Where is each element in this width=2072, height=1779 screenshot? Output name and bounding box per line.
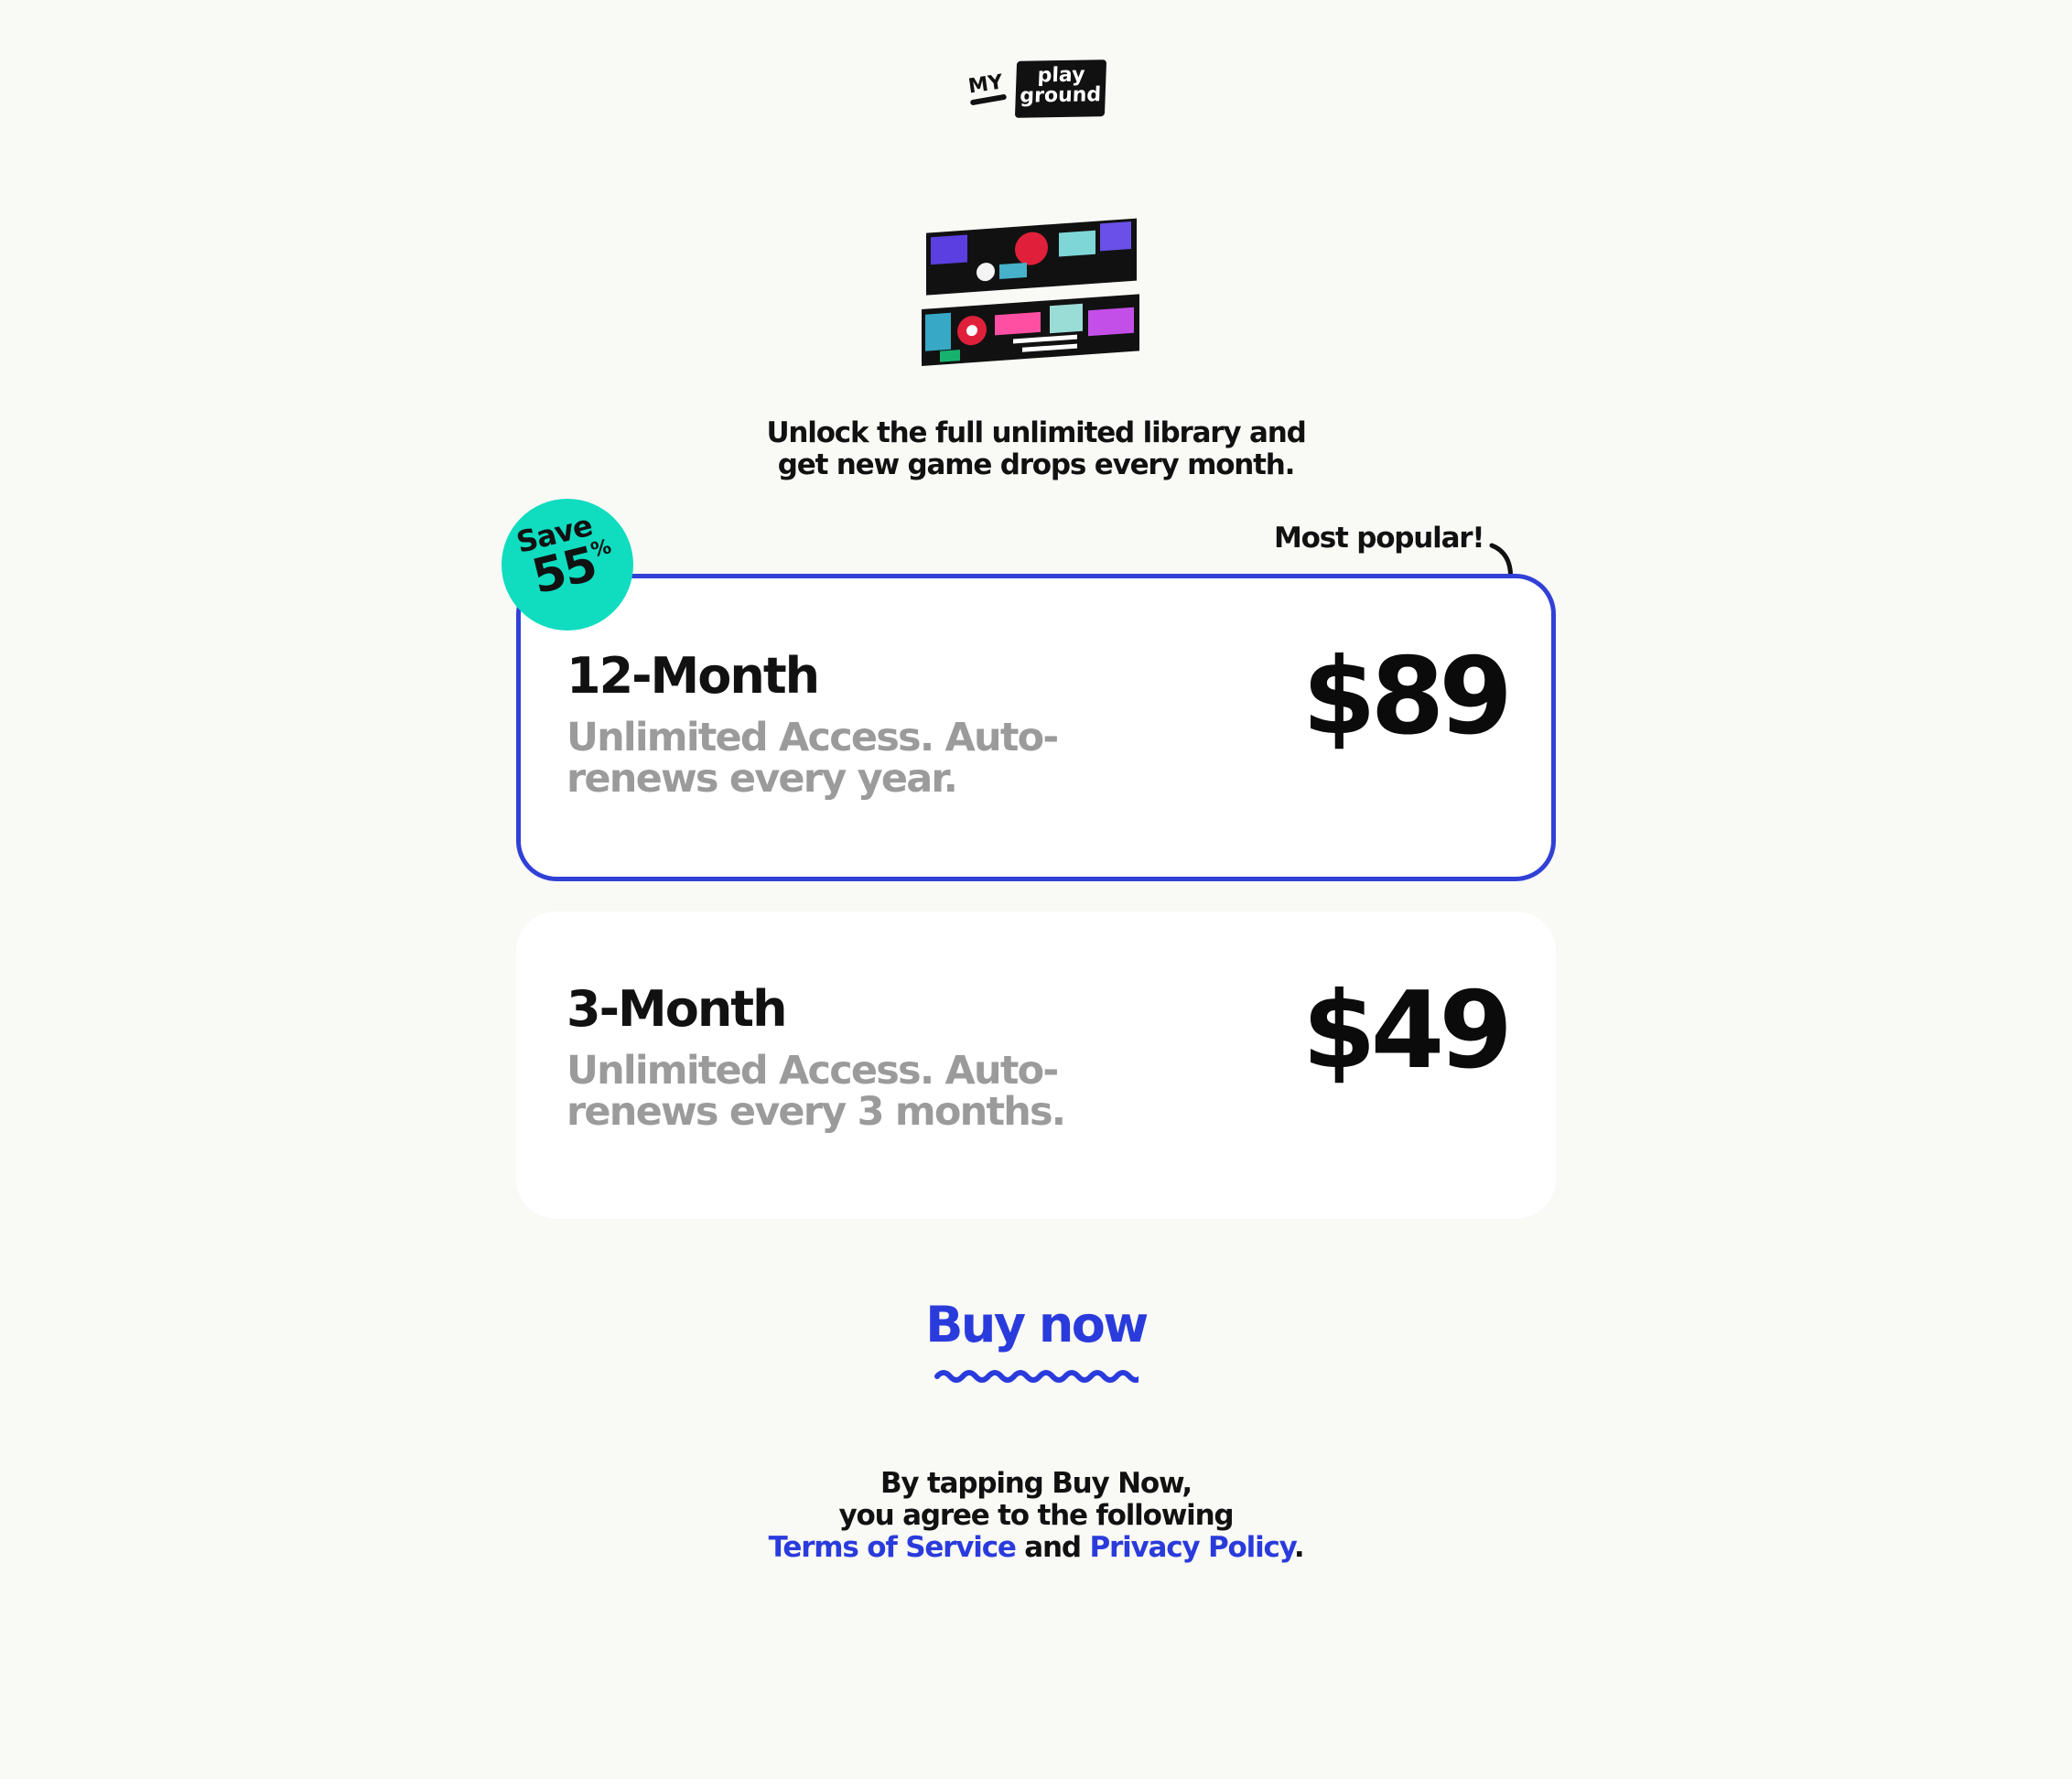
save-badge-text: Save 55% (513, 508, 618, 605)
legal-text: By tapping Buy Now, you agree to the fol… (0, 1468, 2072, 1564)
buy-now-container: Buy now (0, 1296, 2072, 1353)
tagline-line1: Unlock the full unlimited library and (766, 416, 1306, 449)
most-popular-label: Most popular! (1274, 522, 1485, 555)
privacy-policy-link[interactable]: Privacy Policy (1089, 1531, 1295, 1564)
plan-description-line2: renews every year. (567, 756, 958, 802)
plan-title: 3-Month (567, 980, 788, 1038)
legal-line3: Terms of Service and Privacy Policy. (0, 1532, 2072, 1564)
tagline: Unlock the full unlimited library and ge… (0, 417, 2072, 481)
plan-title: 12-Month (567, 647, 820, 705)
legal-line2: you agree to the following (838, 1499, 1235, 1532)
plan-description-line2: renews every 3 months. (567, 1089, 1066, 1135)
paywall-page: MY play ground Unlock the full unlimited… (0, 0, 2072, 1779)
plan-description: Unlimited Access. Auto- renews every 3 m… (567, 1051, 1079, 1133)
save-badge: Save 55% (502, 499, 633, 631)
brand-playground-box: play ground (1014, 59, 1107, 118)
terms-of-service-link[interactable]: Terms of Service (769, 1531, 1017, 1564)
plan-description-line1: Unlimited Access. Auto- (567, 1048, 1059, 1094)
legal-period: . (1293, 1531, 1305, 1564)
brand-box-line2: ground (1019, 83, 1102, 108)
legal-line1: By tapping Buy Now, (880, 1467, 1192, 1500)
save-badge-percent-sign: % (588, 535, 612, 563)
my-playground-logo: MY play ground (966, 59, 1107, 119)
buy-now-wavy-underline (934, 1370, 1139, 1383)
buy-now-button[interactable]: Buy now (925, 1296, 1149, 1353)
plan-price: $49 (1301, 969, 1513, 1093)
tagline-line2: get new game drops every month. (777, 448, 1296, 481)
play-pass-logo (922, 218, 1139, 366)
plan-price: $89 (1301, 635, 1513, 759)
plan-description: Unlimited Access. Auto- renews every yea… (567, 717, 1079, 800)
plan-card-3-month[interactable]: 3-Month Unlimited Access. Auto- renews e… (516, 911, 1556, 1219)
legal-and: and (1024, 1531, 1082, 1564)
plan-card-12-month[interactable]: 12-Month Unlimited Access. Auto- renews … (516, 574, 1556, 881)
plan-description-line1: Unlimited Access. Auto- (567, 715, 1059, 760)
